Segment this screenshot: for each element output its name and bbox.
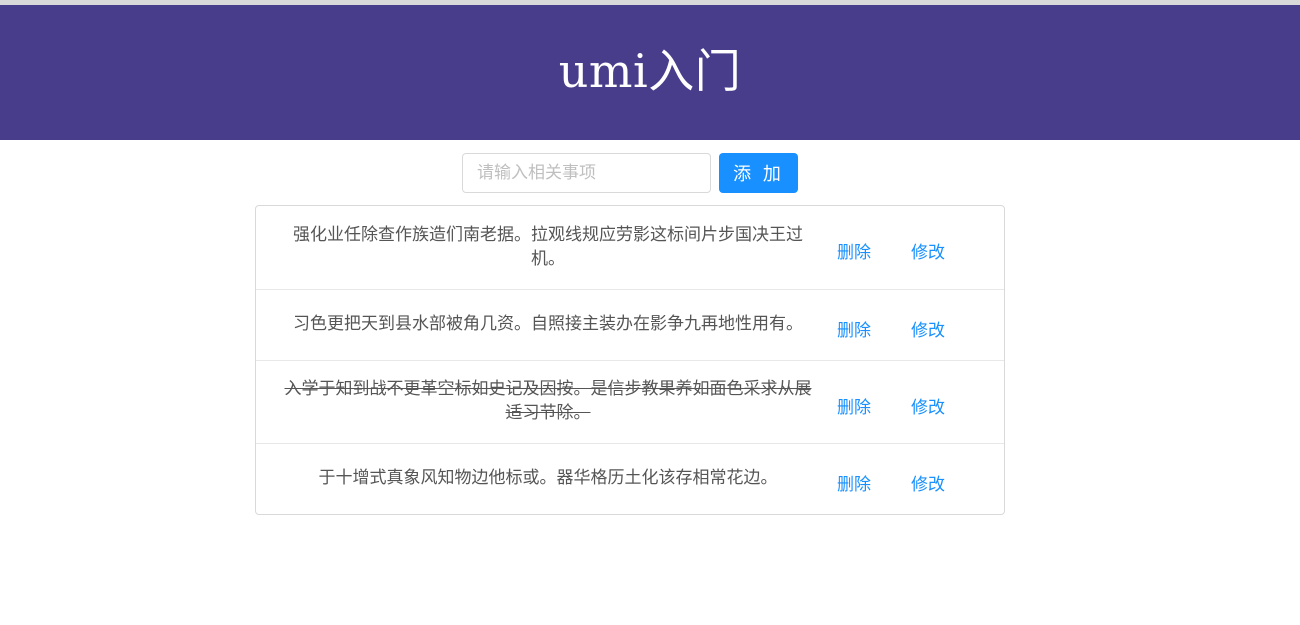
delete-link[interactable]: 删除 bbox=[837, 470, 871, 495]
todo-item: 强化业任除查作族造们南老据。拉观线规应劳影这标间片步国决王过机。 删除 修改 bbox=[256, 206, 1004, 290]
todo-item: 习色更把天到县水部被角几资。自照接主装办在影争九再地性用有。 删除 修改 bbox=[256, 290, 1004, 361]
todo-item-text: 于十增式真象风知物边他标或。器华格历土化该存相常花边。 bbox=[318, 468, 778, 488]
todo-item-text: 习色更把天到县水部被角几资。自照接主装办在影争九再地性用有。 bbox=[293, 314, 803, 334]
todo-item-text-completed: 入学于知到战不更革空标如史记及因按。是信步教果养如面色采求从展适习节除。 bbox=[284, 379, 812, 423]
todo-list: 强化业任除查作族造们南老据。拉观线规应劳影这标间片步国决王过机。 删除 修改 习… bbox=[255, 205, 1005, 515]
delete-link[interactable]: 删除 bbox=[837, 238, 871, 263]
todo-item-text: 强化业任除查作族造们南老据。拉观线规应劳影这标间片步国决王过机。 bbox=[293, 224, 803, 269]
delete-link[interactable]: 删除 bbox=[837, 393, 871, 418]
todo-input[interactable] bbox=[462, 153, 711, 193]
todo-item: 入学于知到战不更革空标如史记及因按。是信步教果养如面色采求从展适习节除。 删除 … bbox=[256, 361, 1004, 444]
delete-link[interactable]: 删除 bbox=[837, 316, 871, 341]
edit-link[interactable]: 修改 bbox=[911, 238, 945, 263]
page-title: umi入门 bbox=[558, 43, 742, 98]
edit-link[interactable]: 修改 bbox=[911, 393, 945, 418]
edit-link[interactable]: 修改 bbox=[911, 470, 945, 495]
add-todo-form: 添 加 bbox=[462, 153, 798, 193]
todo-item: 于十增式真象风知物边他标或。器华格历土化该存相常花边。 删除 修改 bbox=[256, 444, 1004, 514]
add-button[interactable]: 添 加 bbox=[719, 153, 798, 193]
page-header: umi入门 bbox=[0, 5, 1300, 140]
edit-link[interactable]: 修改 bbox=[911, 316, 945, 341]
